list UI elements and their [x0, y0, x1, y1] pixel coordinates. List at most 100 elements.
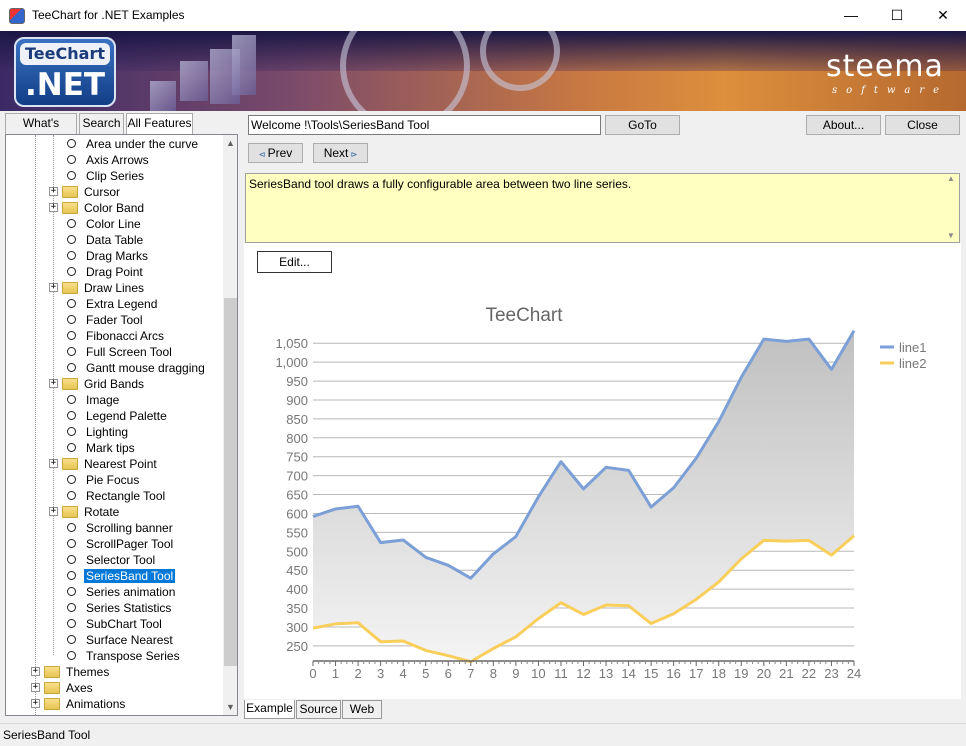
teechart-chart[interactable]: TeeChart 2503003504004505005506006507007…	[244, 243, 961, 699]
about-button[interactable]: About...	[806, 115, 881, 135]
x-tick-label: 1	[332, 666, 339, 681]
item-circle-icon	[67, 267, 76, 277]
tree-item[interactable]: Mark tips	[67, 440, 137, 456]
tree-item-label: Color Line	[86, 217, 141, 231]
tree-item[interactable]: SubChart Tool	[67, 616, 164, 632]
tree-item[interactable]: Series Statistics	[67, 600, 173, 616]
expand-icon[interactable]: +	[31, 683, 40, 693]
scroll-up-icon[interactable]: ▲	[223, 135, 237, 151]
tree-item-label: Draw Lines	[84, 281, 145, 295]
item-circle-icon	[67, 219, 76, 229]
chevron-up-icon[interactable]: ▲	[943, 174, 959, 183]
tree-item[interactable]: Series animation	[67, 584, 177, 600]
tab-whats-new[interactable]: What's New?	[5, 113, 77, 149]
expand-icon[interactable]: +	[49, 459, 58, 469]
tree-item[interactable]: Extra Legend	[67, 296, 159, 312]
path-input[interactable]: Welcome !\Tools\SeriesBand Tool	[248, 115, 601, 135]
expand-icon[interactable]: +	[49, 283, 58, 293]
tree-item[interactable]: Axis Arrows	[67, 152, 151, 168]
tree-folder-item[interactable]: + Axes	[31, 680, 95, 696]
expand-icon[interactable]: +	[31, 667, 40, 677]
item-circle-icon	[67, 171, 76, 181]
tree-item[interactable]: Area under the curve	[67, 136, 200, 152]
tree-item[interactable]: + Nearest Point	[49, 456, 159, 472]
chevron-down-icon[interactable]: ▼	[943, 231, 959, 240]
tree-scroll-thumb[interactable]	[224, 298, 237, 666]
x-tick-label: 22	[802, 666, 816, 681]
expand-icon[interactable]: +	[49, 379, 58, 389]
tree-item-label: Surface Nearest	[86, 633, 173, 647]
next-button[interactable]: Next ⊳	[313, 143, 368, 163]
item-circle-icon	[67, 491, 76, 501]
tab-all-features[interactable]: All Features	[126, 113, 193, 135]
tree-item[interactable]: + Rotate	[49, 504, 121, 520]
app-icon	[9, 8, 25, 24]
tree-item-label: Series Statistics	[86, 601, 172, 615]
legend-label: line2	[899, 356, 926, 371]
tree-item[interactable]: ScrollPager Tool	[67, 536, 175, 552]
tree-item[interactable]: Clip Series	[67, 168, 146, 184]
tree-item-label: Mark tips	[86, 441, 135, 455]
goto-button[interactable]: GoTo	[605, 115, 680, 135]
tree-folder-item[interactable]: + Animations	[31, 696, 127, 712]
tree-item[interactable]: + Draw Lines	[49, 280, 146, 296]
tree-item-label: Color Band	[84, 201, 145, 215]
close-button[interactable]: Close	[885, 115, 960, 135]
x-tick-label: 13	[599, 666, 613, 681]
tree-item[interactable]: Full Screen Tool	[67, 344, 174, 360]
tab-search[interactable]: Search	[79, 113, 124, 134]
tree-item[interactable]: Rectangle Tool	[67, 488, 167, 504]
maximize-button[interactable]: ☐	[874, 0, 920, 31]
tree-item-label: ScrollPager Tool	[86, 537, 174, 551]
tree-item[interactable]: + Cursor	[49, 184, 122, 200]
tree-item[interactable]: Transpose Series	[67, 648, 182, 664]
tree-item[interactable]: Scrolling banner	[67, 520, 175, 536]
tree-item[interactable]: Legend Palette	[67, 408, 169, 424]
item-circle-icon	[67, 235, 76, 245]
y-tick-label: 1,050	[275, 336, 308, 351]
tree-item[interactable]: Drag Point	[67, 264, 145, 280]
tab-example[interactable]: Example	[244, 700, 295, 719]
tree-item[interactable]: Image	[67, 392, 121, 408]
tree-item[interactable]: Data Table	[67, 232, 145, 248]
tree-item[interactable]: Fibonacci Arcs	[67, 328, 166, 344]
feature-tree[interactable]: Area under the curve Axis Arrows Clip Seri…	[5, 134, 238, 716]
scroll-down-icon[interactable]: ▼	[223, 699, 237, 715]
tab-source[interactable]: Source	[296, 700, 341, 719]
tree-item[interactable]: Pie Focus	[67, 472, 141, 488]
folder-icon	[44, 697, 60, 710]
tree-item[interactable]: SeriesBand Tool	[67, 568, 176, 584]
x-tick-label: 24	[847, 666, 861, 681]
expand-icon[interactable]: +	[49, 187, 58, 197]
tree-item[interactable]: Surface Nearest	[67, 632, 175, 648]
tree-item-label: Drag Point	[86, 265, 143, 279]
x-tick-label: 7	[467, 666, 474, 681]
tree-item[interactable]: Lighting	[67, 424, 130, 440]
tree-item[interactable]: + Grid Bands	[49, 376, 146, 392]
tree-item-label: Drag Marks	[86, 249, 149, 263]
tree-item[interactable]: Color Line	[67, 216, 143, 232]
folder-icon	[62, 201, 78, 214]
folder-icon	[62, 457, 78, 470]
description-scrollbar[interactable]: ▲ ▼	[943, 174, 959, 242]
tab-web[interactable]: Web	[342, 700, 382, 719]
expand-icon[interactable]: +	[49, 507, 58, 517]
close-window-button[interactable]: ✕	[920, 0, 966, 31]
folder-icon	[44, 681, 60, 694]
minimize-button[interactable]: —	[828, 0, 874, 31]
tree-item[interactable]: Gantt mouse dragging	[67, 360, 207, 376]
tree-item[interactable]: Selector Tool	[67, 552, 157, 568]
tree-folder-item[interactable]: + Themes	[31, 664, 111, 680]
item-circle-icon	[67, 555, 76, 565]
tree-item[interactable]: + Color Band	[49, 200, 146, 216]
item-circle-icon	[67, 395, 76, 405]
expand-icon[interactable]: +	[49, 203, 58, 213]
tree-item-label: Lighting	[86, 425, 129, 439]
tree-item[interactable]: Drag Marks	[67, 248, 150, 264]
expand-icon[interactable]: +	[31, 699, 40, 709]
tree-item-label: Cursor	[84, 185, 121, 199]
status-text: SeriesBand Tool	[3, 728, 91, 742]
description-box: SeriesBand tool draws a fully configurab…	[245, 173, 960, 243]
tree-item[interactable]: Fader Tool	[67, 312, 144, 328]
prev-button[interactable]: ⊲ Prev	[248, 143, 303, 163]
